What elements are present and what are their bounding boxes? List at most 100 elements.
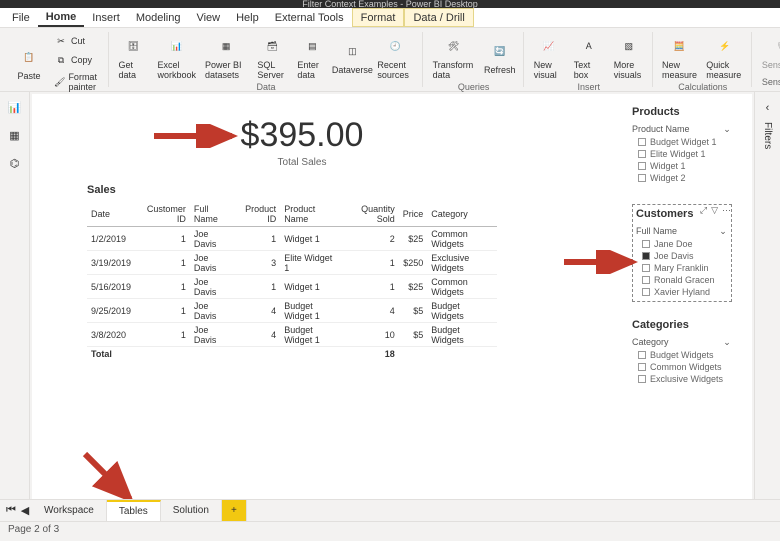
chevron-left-icon[interactable]: ‹ [766,102,770,114]
checkbox-icon [642,264,650,272]
slicer-option[interactable]: Exclusive Widgets [632,373,732,385]
col-header[interactable]: Product ID [233,202,280,227]
tab-nav-first[interactable]: ⏮ [4,504,18,517]
excel-button[interactable]: 📊Excel workbook [157,32,198,82]
report-view-icon[interactable]: 📊 [6,98,24,116]
brush-icon: 🖌 [54,75,65,89]
slicer-option[interactable]: Budget Widgets [632,349,732,361]
slicer-option[interactable]: Joe Davis [636,250,728,262]
col-header[interactable]: Category [427,202,497,227]
new-visual-button[interactable]: 📈New visual [532,32,566,82]
tab-add-page[interactable]: + [222,500,247,522]
refresh-icon: 🔄 [488,39,512,63]
slicer-option[interactable]: Mary Franklin [636,262,728,274]
visual-header-tools[interactable]: ⤢ ▽ ⋯ [700,205,731,216]
table-row[interactable]: 3/8/20201Joe Davis4Budget Widget 110$5Bu… [87,323,497,347]
pbi-datasets-button[interactable]: ▦Power BI datasets [203,32,249,82]
table-row[interactable]: 9/25/20191Joe Davis4Budget Widget 14$5Bu… [87,299,497,323]
menu-home[interactable]: Home [38,8,85,27]
slicer-option[interactable]: Xavier Hyland [636,286,728,298]
menu-external-tools[interactable]: External Tools [267,8,352,27]
focus-icon[interactable]: ⤢ [700,205,707,216]
slicer-categories[interactable]: Categories Category⌄ Budget WidgetsCommo… [632,319,732,385]
menu-bar: File Home Insert Modeling View Help Exte… [0,8,780,28]
slicer-option[interactable]: Widget 1 [632,160,732,172]
sql-button[interactable]: 🗃SQL Server [255,32,289,82]
enter-data-button[interactable]: ▤Enter data [295,32,329,82]
menu-data-drill[interactable]: Data / Drill [404,8,473,27]
slicer-field[interactable]: Product Name⌄ [632,122,732,136]
data-view-icon[interactable]: ▦ [6,126,24,144]
col-header[interactable]: Product Name [280,202,343,227]
col-header[interactable]: Price [399,202,428,227]
checkbox-icon [638,363,646,371]
menu-insert[interactable]: Insert [84,8,128,27]
checkbox-icon [642,252,650,260]
col-header[interactable]: Full Name [190,202,234,227]
text-box-button[interactable]: AText box [572,32,606,82]
kpi-caption: Total Sales [172,157,432,168]
menu-file[interactable]: File [4,8,38,27]
paste-button[interactable]: 📋Paste [12,43,46,83]
slicer-option[interactable]: Common Widgets [632,361,732,373]
get-data-button[interactable]: 🗄Get data [117,32,151,82]
slicer-customers[interactable]: ⤢▽⋯ Customers Full Name⌄ Jane DoeJoe Dav… [632,204,732,302]
right-collapsed-panes: ‹ Filters [754,92,780,521]
dataverse-icon: ◫ [340,39,364,63]
menu-format[interactable]: Format [352,8,405,27]
tab-tables[interactable]: Tables [107,500,161,522]
slicer-option[interactable]: Jane Doe [636,238,728,250]
model-view-icon[interactable]: ⌬ [6,154,24,172]
quick-measure-button[interactable]: ⚡Quick measure [704,32,745,82]
group-label: Sensitivity [762,77,780,87]
filters-pane-toggle[interactable]: Filters [762,122,773,149]
table-visual-sales[interactable]: Sales DateCustomer IDFull NameProduct ID… [87,184,497,360]
tab-nav-prev[interactable]: ◀ [18,504,32,517]
recent-sources-button[interactable]: 🕘Recent sources [375,32,415,82]
report-canvas[interactable]: $395.00 Total Sales Sales DateCustomer I… [32,94,752,519]
dataverse-button[interactable]: ◫Dataverse [335,37,369,77]
checkbox-icon [642,240,650,248]
menu-help[interactable]: Help [228,8,267,27]
format-painter-button[interactable]: 🖌Format painter [52,70,102,94]
slicer-option[interactable]: Elite Widget 1 [632,148,732,160]
slicer-field[interactable]: Full Name⌄ [636,224,728,238]
table-row[interactable]: 5/16/20191Joe Davis1Widget 11$25Common W… [87,275,497,299]
cut-button[interactable]: ✂Cut [52,32,102,50]
copy-button[interactable]: ⧉Copy [52,51,102,69]
quick-icon: ⚡ [713,34,737,58]
slicer-products[interactable]: Products Product Name⌄ Budget Widget 1El… [632,106,732,184]
ribbon-group-clipboard: 📋Paste ✂Cut ⧉Copy 🖌Format painter Clipbo… [6,32,109,87]
grid-icon: ▤ [300,34,324,58]
table-row[interactable]: 3/19/20191Joe Davis3Elite Widget 11$250E… [87,251,497,275]
filter-icon[interactable]: ▽ [711,205,718,216]
transform-icon: 🛠 [442,34,466,58]
menu-modeling[interactable]: Modeling [128,8,189,27]
table-row[interactable]: 1/2/20191Joe Davis1Widget 12$25Common Wi… [87,227,497,251]
slicer-field[interactable]: Category⌄ [632,335,732,349]
measure-icon: 🧮 [668,34,692,58]
col-header[interactable]: Customer ID [135,202,190,227]
menu-view[interactable]: View [188,8,228,27]
slicer-option[interactable]: Ronald Gracen [636,274,728,286]
slicer-option[interactable]: Budget Widget 1 [632,136,732,148]
excel-icon: 📊 [165,34,189,58]
group-label: Queries [458,82,490,92]
more-visuals-button[interactable]: ▧More visuals [612,32,646,82]
transform-button[interactable]: 🛠Transform data [431,32,477,82]
refresh-button[interactable]: 🔄Refresh [483,37,517,77]
tab-workspace[interactable]: Workspace [32,500,107,522]
group-label: Calculations [678,82,727,92]
slicer-option[interactable]: Widget 2 [632,172,732,184]
new-measure-button[interactable]: 🧮New measure [661,32,699,82]
kpi-value: $395.00 [172,116,432,155]
card-visual-total-sales[interactable]: $395.00 Total Sales [172,116,432,168]
more-options-icon[interactable]: ⋯ [722,205,731,216]
col-header[interactable]: Quantity Sold [343,202,398,227]
annotation-arrow-customers [562,250,642,274]
ribbon-group-insert: 📈New visual AText box ▧More visuals Inse… [526,32,653,87]
ribbon-group-queries: 🛠Transform data 🔄Refresh Queries [425,32,524,87]
col-header[interactable]: Date [87,202,135,227]
more-icon: ▧ [617,34,641,58]
tab-solution[interactable]: Solution [161,500,222,522]
